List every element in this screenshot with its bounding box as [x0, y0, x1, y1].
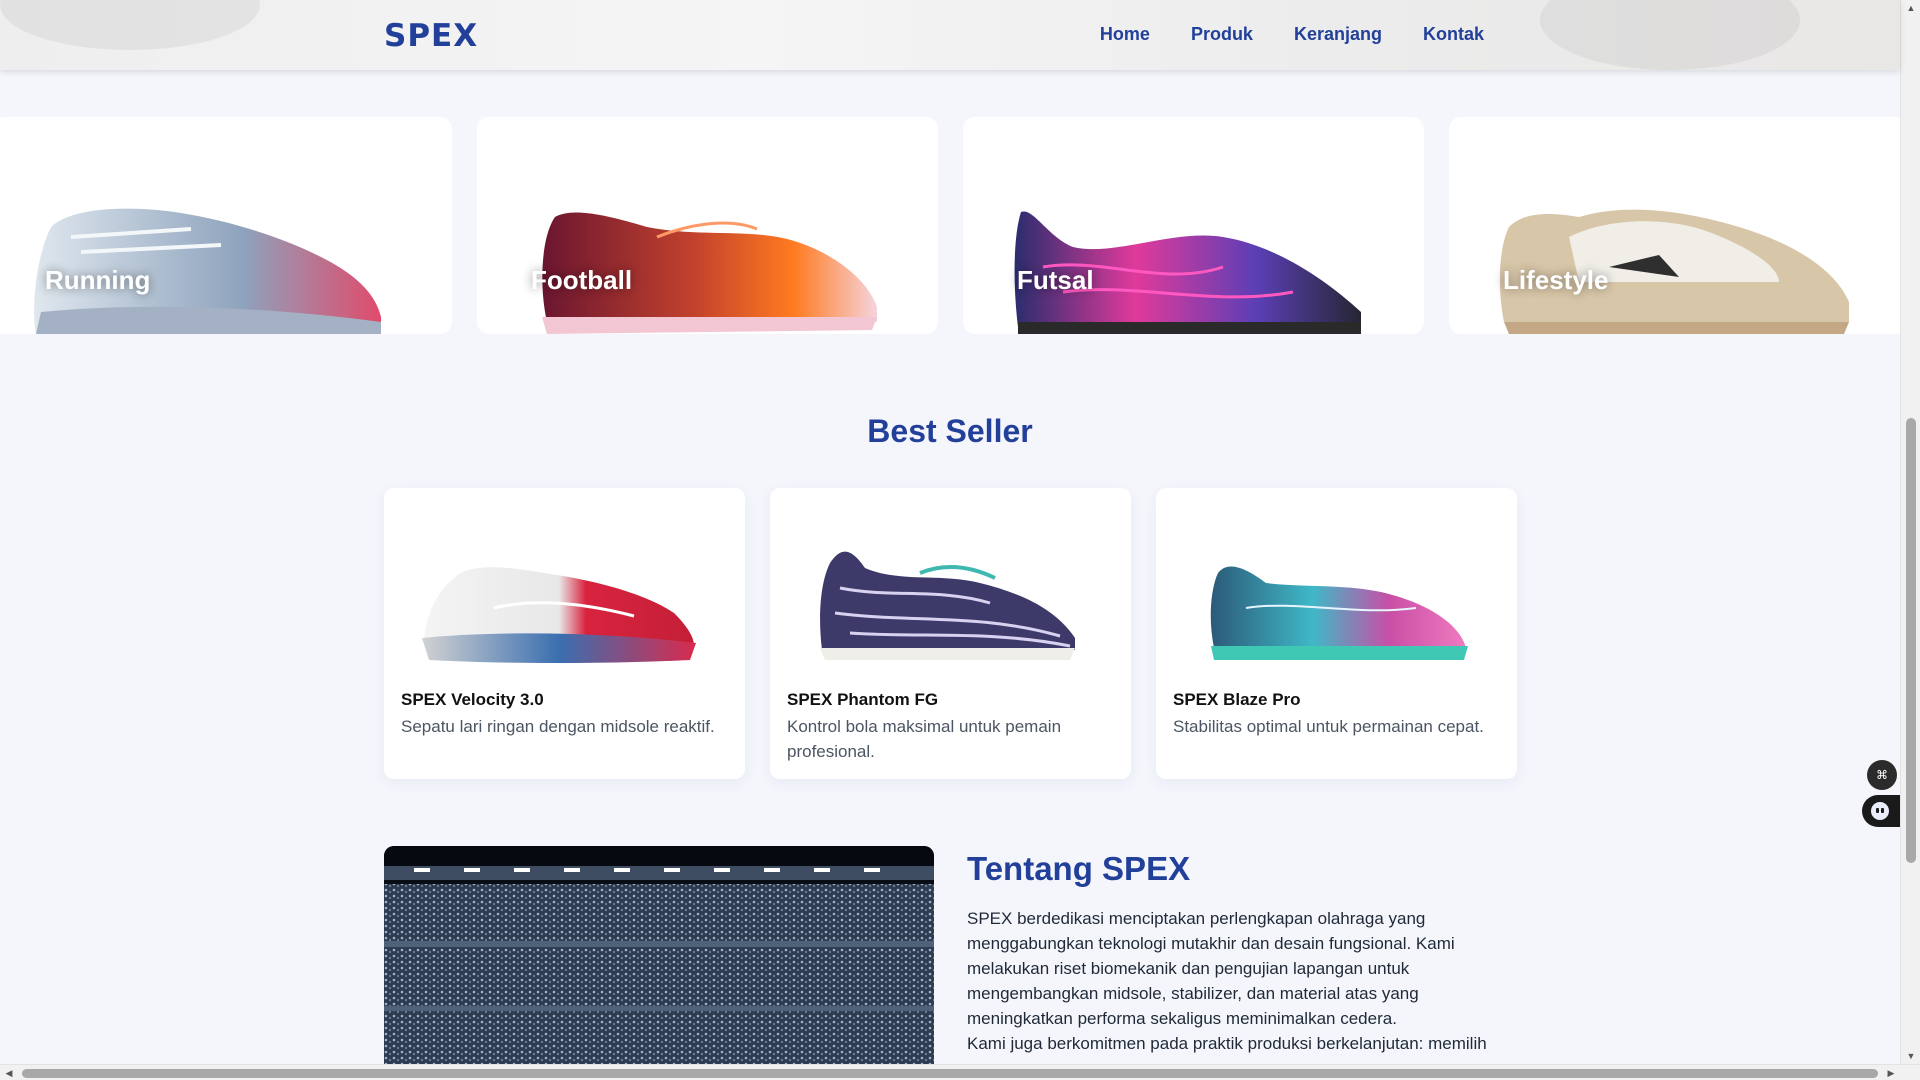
about-text: SPEX berdedikasi menciptakan perlengkapa… [967, 906, 1527, 1056]
scroll-right-arrow-icon[interactable]: ▶ [1882, 1065, 1900, 1080]
lifestyle-sneaker-image [1499, 209, 1849, 334]
running-shoe-image [34, 208, 381, 334]
stadium-photo [384, 846, 934, 1080]
product-image-blaze [1210, 566, 1468, 660]
vertical-scrollbar[interactable]: ▲ ▼ [1900, 0, 1920, 1064]
product-card[interactable]: SPEX Blaze Pro Stabilitas optimal untuk … [1156, 488, 1517, 779]
about-paragraph: SPEX berdedikasi menciptakan perlengkapa… [967, 909, 1455, 1028]
scroll-down-arrow-icon[interactable]: ▼ [1901, 1048, 1920, 1064]
product-image-velocity [422, 567, 696, 663]
category-label: Football [531, 265, 633, 295]
bot-icon [1871, 802, 1889, 820]
product-description: Kontrol bola maksimal untuk pemain profe… [787, 717, 1062, 761]
site-header: SPEX Home Produk Keranjang Kontak [0, 0, 1900, 70]
scroll-up-arrow-icon[interactable]: ▲ [1901, 0, 1920, 16]
vertical-scroll-thumb[interactable] [1906, 418, 1916, 863]
header-background-decor [0, 0, 260, 50]
nav-produk-link[interactable]: Produk [1191, 24, 1253, 45]
category-label: Lifestyle [1503, 265, 1609, 295]
product-name: SPEX Blaze Pro [1173, 690, 1301, 709]
category-card-lifestyle[interactable]: Lifestyle [1449, 117, 1910, 334]
product-image-phantom [820, 551, 1075, 660]
assistant-widget-button[interactable] [1862, 795, 1900, 827]
shortcut-widget-icon[interactable]: ⌘ [1867, 760, 1897, 790]
nav-home-link[interactable]: Home [1100, 24, 1150, 45]
category-label: Futsal [1017, 265, 1094, 295]
scroll-left-arrow-icon[interactable]: ◀ [0, 1065, 18, 1080]
nav-kontak-link[interactable]: Kontak [1423, 24, 1484, 45]
header-background-decor [1540, 0, 1800, 70]
product-card[interactable]: SPEX Phantom FG Kontrol bola maksimal un… [770, 488, 1131, 779]
best-seller-title: Best Seller [867, 413, 1033, 449]
category-card-running[interactable]: Running [0, 117, 452, 334]
product-description: Sepatu lari ringan dengan midsole reakti… [401, 717, 715, 736]
category-card-football[interactable]: Football [477, 117, 938, 334]
main-nav: Home Produk Keranjang Kontak [1100, 24, 1484, 45]
horizontal-scrollbar[interactable]: ◀ ▶ [0, 1064, 1920, 1080]
about-title: Tentang SPEX [967, 850, 1191, 887]
stadium-illustration [384, 846, 934, 1080]
category-label: Running [45, 265, 151, 295]
product-card[interactable]: SPEX Velocity 3.0 Sepatu lari ringan den… [384, 488, 745, 779]
product-name: SPEX Velocity 3.0 [401, 690, 544, 709]
category-card-futsal[interactable]: Futsal [963, 117, 1424, 334]
football-boot-image [542, 212, 877, 334]
futsal-shoe-image [1014, 211, 1361, 334]
product-description: Stabilitas optimal untuk permainan cepat… [1173, 717, 1484, 736]
brand-logo[interactable]: SPEX [384, 18, 478, 54]
horizontal-scroll-thumb[interactable] [22, 1069, 1878, 1078]
about-paragraph: Kami juga berkomitmen pada praktik produ… [967, 1034, 1487, 1053]
nav-keranjang-link[interactable]: Keranjang [1294, 24, 1382, 45]
product-name: SPEX Phantom FG [787, 690, 939, 709]
category-strip: Running Football Futsal Lifestyle [0, 117, 1910, 334]
